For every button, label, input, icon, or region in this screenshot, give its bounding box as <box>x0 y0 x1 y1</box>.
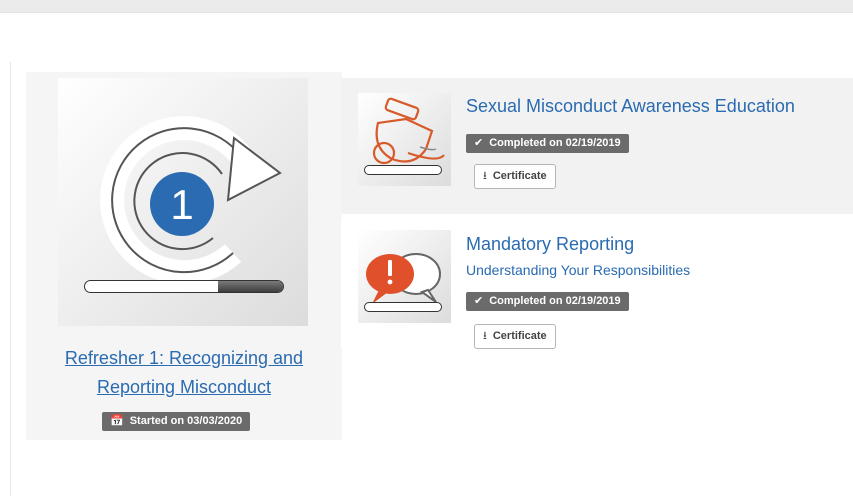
course-title-line1[interactable]: Refresher 1: Recognizing and <box>65 348 303 368</box>
certificate-button[interactable]: ⭳ Certificate <box>474 324 556 349</box>
module-status-badge: ✔ Completed on 02/19/2019 <box>466 292 629 311</box>
check-icon: ✔ <box>474 137 484 149</box>
download-icon: ⭳ <box>483 170 487 182</box>
course-progress-fill <box>217 281 283 292</box>
certificate-button-label[interactable]: Certificate <box>493 170 547 182</box>
certificate-button-label[interactable]: Certificate <box>493 330 547 342</box>
module-status-badge: ✔ Completed on 02/19/2019 <box>466 134 629 153</box>
course-status-badge: 📅 Started on 03/03/2020 <box>102 412 251 431</box>
calendar-icon: 📅 <box>110 415 124 427</box>
course-title-link[interactable]: Refresher 1: Recognizing and Reporting M… <box>26 344 342 402</box>
course-progress-bar <box>84 280 284 293</box>
module-thumbnail[interactable] <box>358 93 451 186</box>
module-status-text: Completed on 02/19/2019 <box>489 137 621 149</box>
top-bar <box>0 0 853 13</box>
module-title[interactable]: Sexual Misconduct Awareness Education <box>466 96 795 117</box>
module-subtitle[interactable]: Understanding Your Responsibilities <box>466 262 690 278</box>
module-item-mandatory-reporting[interactable]: Mandatory Reporting Understanding Your R… <box>341 218 853 349</box>
svg-text:1: 1 <box>170 181 193 228</box>
module-progress-bar <box>364 302 442 312</box>
module-status-text: Completed on 02/19/2019 <box>489 295 621 307</box>
course-status-text: Started on 03/03/2020 <box>129 415 243 427</box>
download-icon: ⭳ <box>483 330 487 342</box>
module-title[interactable]: Mandatory Reporting <box>466 234 634 255</box>
module-thumbnail[interactable] <box>358 230 451 323</box>
module-progress-bar <box>364 165 442 175</box>
module-item-sexual-misconduct[interactable]: Sexual Misconduct Awareness Education ✔ C… <box>341 78 853 214</box>
certificate-button[interactable]: ⭳ Certificate <box>474 164 556 189</box>
course-title-line2[interactable]: Reporting Misconduct <box>97 377 271 397</box>
check-icon: ✔ <box>474 295 484 307</box>
